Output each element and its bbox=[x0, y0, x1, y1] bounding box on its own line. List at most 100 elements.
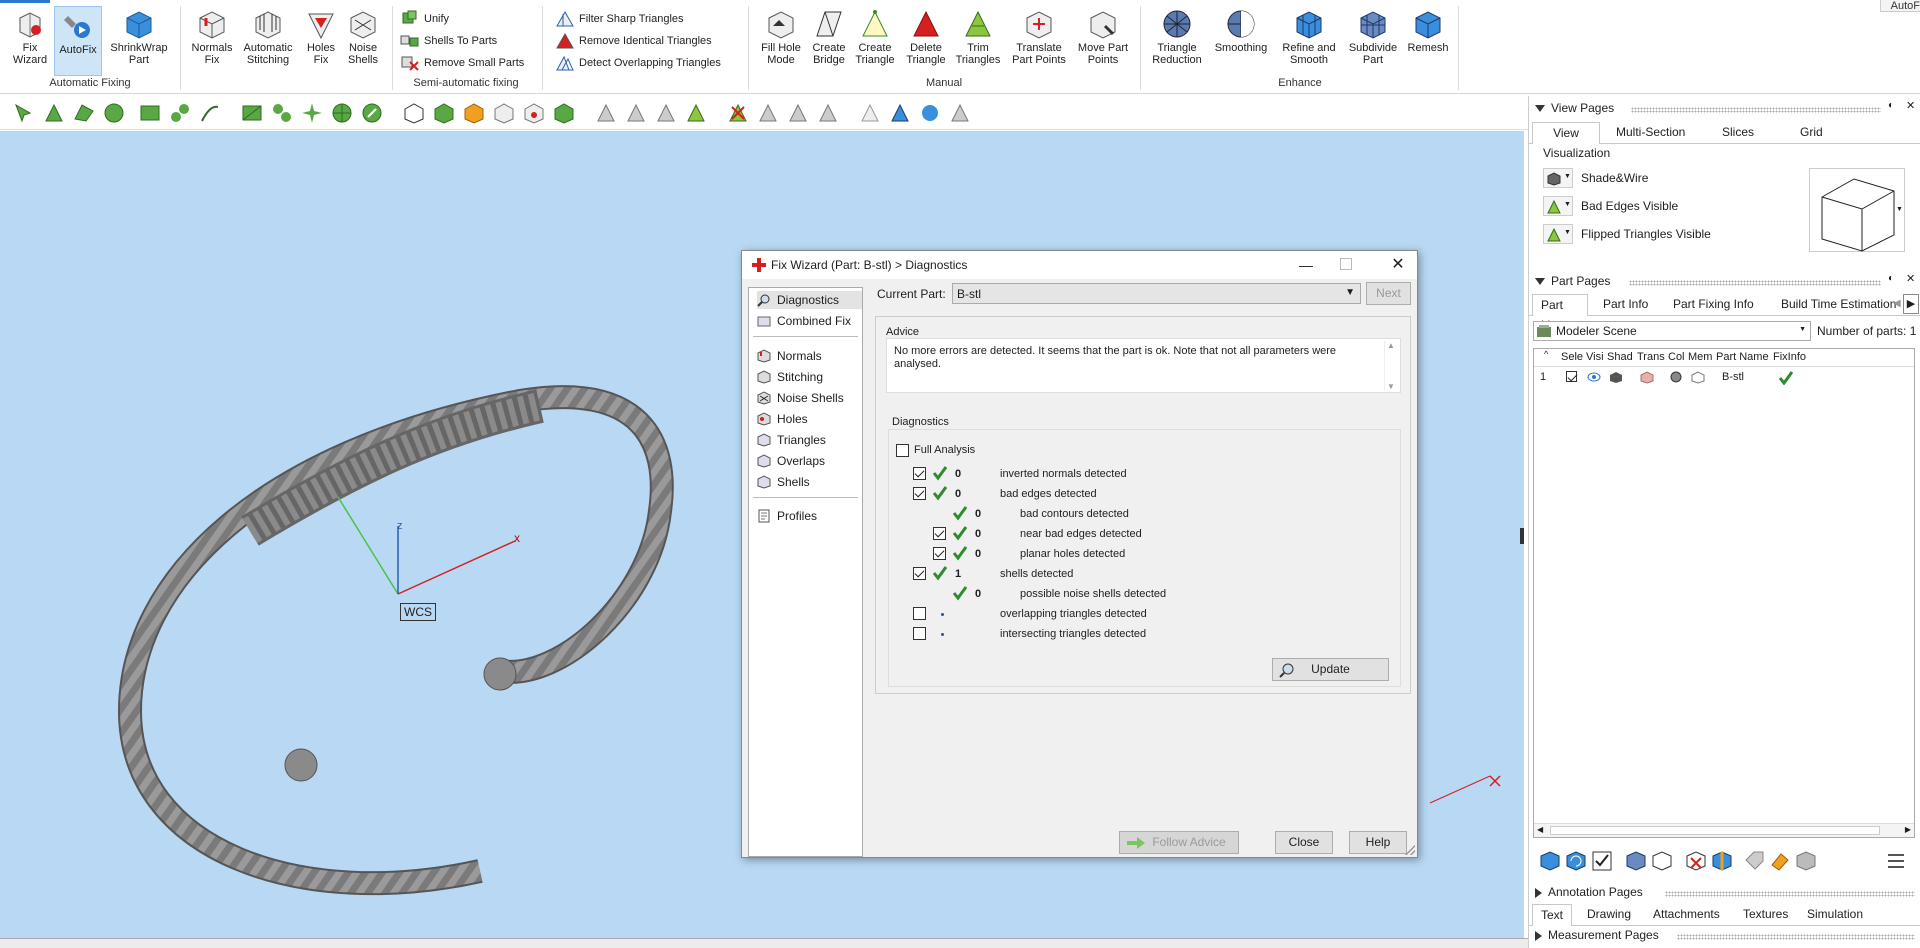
shaded-cube-icon[interactable] bbox=[1609, 371, 1623, 384]
drag-handle[interactable] bbox=[1629, 280, 1881, 286]
nav-normals[interactable]: Normals bbox=[757, 347, 822, 365]
resize-grip[interactable] bbox=[1405, 845, 1415, 855]
move-part-points-button[interactable]: Move Part Points bbox=[1074, 8, 1132, 66]
scene-select[interactable]: Modeler Scene ▼ bbox=[1533, 321, 1811, 341]
select-surface-icon[interactable] bbox=[72, 101, 96, 125]
remove-identical-triangles-button[interactable]: Remove Identical Triangles bbox=[555, 32, 712, 50]
select-orient-icon[interactable] bbox=[360, 101, 384, 125]
fill-hole-mode-button[interactable]: Fill Hole Mode bbox=[756, 8, 806, 66]
drag-handle[interactable] bbox=[1631, 107, 1881, 113]
select-all-parts-icon[interactable] bbox=[402, 101, 426, 125]
scroll-up-icon[interactable]: ▲ bbox=[1387, 341, 1395, 350]
eye-icon[interactable] bbox=[1587, 372, 1601, 382]
nav-profiles[interactable]: Profiles bbox=[757, 507, 817, 525]
follow-advice-button[interactable]: Follow Advice bbox=[1119, 831, 1239, 854]
remove-small-parts-button[interactable]: Remove Small Parts bbox=[400, 54, 524, 72]
col-color[interactable]: Col bbox=[1668, 351, 1685, 363]
row-select-checkbox[interactable] bbox=[1566, 371, 1577, 382]
deselect-part-icon[interactable] bbox=[492, 101, 516, 125]
remove-part-icon[interactable] bbox=[1685, 850, 1707, 872]
tab-attachments[interactable]: Attachments bbox=[1645, 904, 1728, 926]
scroll-right-icon[interactable]: ▶ bbox=[1905, 825, 1911, 834]
shrinkwrap-button[interactable]: ShrinkWrap Part bbox=[104, 8, 174, 66]
select-shell-icon[interactable] bbox=[102, 101, 126, 125]
tri-select-1-icon[interactable] bbox=[594, 101, 618, 125]
view-pages-header[interactable]: View Pages bbox=[1535, 101, 1614, 119]
select-plane-icon[interactable] bbox=[240, 101, 264, 125]
col-fixinfo[interactable]: FixInfo bbox=[1773, 351, 1806, 363]
parts-wire-icon[interactable] bbox=[1651, 850, 1673, 872]
scroll-down-icon[interactable]: ▼ bbox=[1387, 382, 1395, 391]
color-circle-icon[interactable] bbox=[1670, 371, 1682, 383]
tri-tool-a-icon[interactable] bbox=[756, 101, 780, 125]
view-cube[interactable] bbox=[1809, 168, 1905, 252]
subdivide-part-button[interactable]: Subdivide Part bbox=[1346, 8, 1400, 66]
shells-checkbox[interactable] bbox=[913, 567, 926, 580]
nav-stitching[interactable]: Stitching bbox=[757, 368, 823, 386]
help-button[interactable]: Help bbox=[1349, 831, 1407, 854]
tri-select-4-icon[interactable] bbox=[684, 101, 708, 125]
flipped-triangles-dropdown[interactable]: ▼ bbox=[1543, 224, 1573, 244]
advice-scrollbar[interactable]: ▲ ▼ bbox=[1384, 341, 1398, 391]
check-parts-icon[interactable] bbox=[1591, 850, 1613, 872]
nav-noise-shells[interactable]: Noise Shells bbox=[757, 389, 844, 407]
tri-tool-c-icon[interactable] bbox=[816, 101, 840, 125]
panel-close-icon[interactable]: ✕ bbox=[1906, 99, 1915, 112]
translate-part-points-button[interactable]: Translate Part Points bbox=[1008, 8, 1070, 66]
pin-icon[interactable]: ◐ bbox=[1888, 100, 1894, 111]
select-polyline-icon[interactable] bbox=[168, 101, 192, 125]
nav-overlaps[interactable]: Overlaps bbox=[757, 452, 825, 470]
pin-icon[interactable]: ◐ bbox=[1888, 273, 1894, 284]
parts-group-icon[interactable] bbox=[1625, 850, 1647, 872]
refine-and-smooth-button[interactable]: Refine and Smooth bbox=[1276, 8, 1342, 66]
tab-part-fixing-info[interactable]: Part Fixing Info bbox=[1665, 294, 1762, 316]
remesh-button[interactable]: Remesh bbox=[1404, 8, 1452, 54]
noise-shells-button[interactable]: Noise Shells bbox=[344, 8, 382, 66]
tab-view[interactable]: View bbox=[1532, 122, 1600, 144]
drag-handle[interactable] bbox=[1665, 891, 1915, 897]
col-trans[interactable]: Trans bbox=[1637, 351, 1665, 363]
trim-triangles-button[interactable]: Trim Triangles bbox=[952, 8, 1004, 66]
tab-part-list[interactable]: Part List bbox=[1532, 294, 1588, 332]
nav-holes[interactable]: Holes bbox=[757, 410, 808, 428]
planar-holes-checkbox[interactable] bbox=[933, 547, 946, 560]
nav-shells[interactable]: Shells bbox=[757, 473, 810, 491]
select-flat-icon[interactable] bbox=[300, 101, 324, 125]
measurement-pages-header[interactable]: Measurement Pages bbox=[1535, 928, 1659, 946]
select-triangle-icon[interactable] bbox=[42, 101, 66, 125]
select-cube-red-icon[interactable] bbox=[522, 101, 546, 125]
invert-part-selection-icon[interactable] bbox=[462, 101, 486, 125]
triangle-reduction-button[interactable]: Triangle Reduction bbox=[1148, 8, 1206, 66]
near-bad-edges-checkbox[interactable] bbox=[933, 527, 946, 540]
col-memory[interactable]: Mem bbox=[1688, 351, 1712, 363]
shells-to-parts-button[interactable]: Shells To Parts bbox=[400, 32, 497, 50]
unify-button[interactable]: Unify bbox=[400, 10, 449, 28]
autofix-tab-corner[interactable]: AutoF bbox=[1880, 0, 1920, 12]
tab-grid[interactable]: Grid bbox=[1792, 122, 1831, 144]
sort-up-icon[interactable]: ^ bbox=[1544, 349, 1548, 359]
nav-triangles[interactable]: Triangles bbox=[757, 431, 826, 449]
holes-fix-button[interactable]: Holes Fix bbox=[300, 8, 342, 66]
minimize-icon[interactable]: — bbox=[1294, 251, 1318, 279]
label-icon[interactable] bbox=[1743, 850, 1765, 872]
select-pointer-icon[interactable] bbox=[12, 101, 36, 125]
part-props-icon[interactable] bbox=[1795, 850, 1817, 872]
chevron-down-icon[interactable]: ▼ bbox=[1896, 206, 1903, 213]
col-select[interactable]: Sele bbox=[1561, 351, 1583, 363]
tri-tool-b-icon[interactable] bbox=[786, 101, 810, 125]
close-button[interactable]: Close bbox=[1275, 831, 1333, 854]
update-button[interactable]: Update bbox=[1272, 658, 1389, 681]
select-box-icon[interactable] bbox=[138, 101, 162, 125]
view-tool-a-icon[interactable] bbox=[858, 101, 882, 125]
col-shade[interactable]: Shad bbox=[1607, 351, 1633, 363]
nav-diagnostics[interactable]: Diagnostics bbox=[757, 291, 862, 309]
view-tool-c-icon[interactable] bbox=[918, 101, 942, 125]
tab-scroll-left-icon[interactable]: ◀ bbox=[1893, 298, 1901, 309]
tab-slices[interactable]: Slices bbox=[1714, 122, 1762, 144]
memory-cube-icon[interactable] bbox=[1691, 371, 1705, 384]
nav-combined-fix[interactable]: Combined Fix bbox=[757, 312, 851, 330]
fix-wizard-button[interactable]: Fix Wizard bbox=[8, 8, 52, 66]
tab-simulation[interactable]: Simulation bbox=[1799, 904, 1871, 926]
detect-overlapping-triangles-button[interactable]: Detect Overlapping Triangles bbox=[555, 54, 721, 72]
bad-edges-dropdown[interactable]: ▼ bbox=[1543, 196, 1573, 216]
